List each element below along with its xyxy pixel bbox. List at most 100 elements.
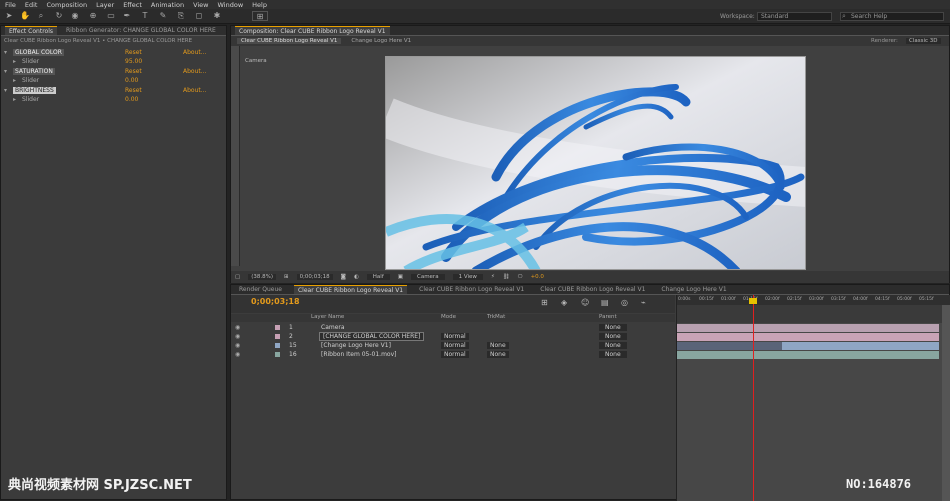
menu-composition[interactable]: Composition — [46, 1, 87, 9]
timeline-panel: Render Queue Clear CUBE Ribbon Logo Reve… — [230, 284, 950, 501]
time-graph[interactable]: 0:00s 00:15f 01:00f 01:15f 02:00f 02:15f… — [676, 295, 950, 501]
comp-mini-flowchart-icon[interactable]: ⊞ — [541, 298, 548, 307]
menu-animation[interactable]: Animation — [151, 1, 184, 9]
ribbon-render-image — [386, 57, 805, 269]
shy-icon[interactable]: ☺ — [581, 298, 589, 307]
selection-tool-icon[interactable]: ➤ — [4, 11, 14, 21]
tab-timeline-2[interactable]: Clear CUBE Ribbon Logo Reveal V1 — [415, 285, 528, 294]
motion-blur-icon[interactable]: ◎ — [621, 298, 628, 307]
label-color[interactable] — [275, 325, 280, 330]
vertical-ruler — [231, 46, 240, 266]
timeline-tabs: Render Queue Clear CUBE Ribbon Logo Reve… — [231, 285, 949, 295]
label-color[interactable] — [275, 334, 280, 339]
exposure-value[interactable]: +0.0 — [531, 274, 544, 280]
menu-layer[interactable]: Layer — [96, 1, 114, 9]
pen-tool-icon[interactable]: ✒ — [122, 11, 132, 21]
snapshot-icon[interactable]: ◙ — [341, 274, 346, 280]
layer-row-camera[interactable]: ◉ 1 Camera None — [231, 323, 675, 332]
menu-help[interactable]: Help — [252, 1, 267, 9]
tab-effect-controls[interactable]: Effect Controls — [5, 26, 57, 35]
frame-blending-icon[interactable]: ▤ — [601, 298, 609, 307]
tab-timeline-3[interactable]: Clear CUBE Ribbon Logo Reveal V1 — [536, 285, 649, 294]
time-ruler[interactable]: 0:00s 00:15f 01:00f 01:15f 02:00f 02:15f… — [677, 295, 950, 305]
playhead-handle[interactable] — [749, 298, 757, 304]
timeline-scrollbar[interactable] — [942, 305, 950, 501]
layer-row-ribbon-item[interactable]: ◉ 16 [Ribbon Item 05-01.mov] Normal None… — [231, 350, 675, 359]
menu-effect[interactable]: Effect — [123, 1, 142, 9]
comp-timecode[interactable]: 0;00;03;18 — [296, 274, 333, 280]
effect-row-saturation-slider[interactable]: ▸ Slider 0.00 — [1, 75, 226, 85]
layer-bar-change-logo-dim — [677, 342, 782, 350]
fast-preview-icon[interactable]: ⚡ — [491, 274, 495, 280]
view-select[interactable]: Camera — [410, 274, 445, 280]
tab-timeline-main[interactable]: Clear CUBE Ribbon Logo Reveal V1 — [293, 285, 408, 294]
layer-bar-ribbon-item[interactable] — [677, 351, 939, 359]
magnifier-icon[interactable]: ▢ — [235, 274, 240, 280]
current-time-display[interactable]: 0;00;03;18 — [251, 297, 300, 306]
menu-bar: File Edit Composition Layer Effect Anima… — [0, 0, 950, 9]
col-trkmat[interactable]: TrkMat — [487, 314, 505, 320]
zoom-select[interactable]: (38.8%) — [248, 274, 276, 280]
timeline-controls-bar: 0;00;03;18 ⊞ ◈ ☺ ▤ ◎ ⌁ — [231, 295, 675, 313]
snapping-toggle-icon[interactable]: ⊞ — [252, 11, 268, 21]
brush-tool-icon[interactable]: ✎ — [158, 11, 168, 21]
layer-bar-camera[interactable] — [677, 324, 939, 332]
playhead[interactable] — [753, 295, 754, 501]
menu-view[interactable]: View — [193, 1, 208, 9]
menu-window[interactable]: Window — [218, 1, 244, 9]
col-layer-name[interactable]: Layer Name — [311, 314, 344, 320]
label-color[interactable] — [275, 343, 280, 348]
zoom-tool-icon[interactable]: ⌕ — [36, 11, 46, 21]
workspace-select[interactable]: Standard — [757, 12, 832, 21]
rotate-tool-icon[interactable]: ↻ — [54, 11, 64, 21]
clone-tool-icon[interactable]: ⎘ — [176, 11, 186, 21]
composition-panel: Composition: Clear CUBE Ribbon Logo Reve… — [230, 25, 950, 283]
layer-row-change-logo[interactable]: ◉ 15 [Change Logo Here V1] Normal None N… — [231, 341, 675, 350]
puppet-tool-icon[interactable]: ✱ — [212, 11, 222, 21]
tab-timeline-logo[interactable]: Change Logo Here V1 — [657, 285, 730, 294]
menu-edit[interactable]: Edit — [25, 1, 38, 9]
search-icon: ⌕ — [842, 12, 846, 20]
layer-bar-global-color[interactable] — [677, 333, 939, 341]
grid-icon[interactable]: ⊞ — [284, 274, 289, 280]
resolution-select[interactable]: Half — [366, 274, 390, 280]
work-area-bar[interactable] — [677, 305, 950, 323]
eraser-tool-icon[interactable]: ◻ — [194, 11, 204, 21]
tab-render-queue[interactable]: Render Queue — [235, 285, 286, 294]
graph-editor-icon[interactable]: ⌁ — [641, 298, 646, 307]
col-parent[interactable]: Parent — [599, 314, 617, 320]
camera-view-label: Camera — [245, 58, 267, 64]
search-help-input[interactable]: Search Help — [840, 12, 944, 21]
col-mode[interactable]: Mode — [441, 314, 456, 320]
color-channel-icon[interactable]: ◐ — [354, 274, 359, 280]
mask-tool-icon[interactable]: ▭ — [106, 11, 116, 21]
comp-tab-logo[interactable]: Change Logo Here V1 — [347, 38, 415, 44]
effect-controls-panel: Effect Controls Ribbon Generator: CHANGE… — [0, 25, 227, 500]
watermark-left: 典尚视频素材网 SP.JZSC.NET — [8, 478, 192, 493]
camera-tool-icon[interactable]: ◉ — [70, 11, 80, 21]
timeline-link-icon[interactable]: ⛓ — [503, 274, 510, 280]
layer-row-global-color[interactable]: ◉ 2 [CHANGE GLOBAL COLOR HERE] Normal No… — [231, 332, 675, 341]
workspace-label: Workspace: — [720, 13, 755, 20]
menu-file[interactable]: File — [5, 1, 16, 9]
label-color[interactable] — [275, 352, 280, 357]
flowchart-icon[interactable]: ⎔ — [518, 274, 523, 280]
draft-3d-icon[interactable]: ◈ — [561, 298, 567, 307]
composition-panel-title[interactable]: Composition: Clear CUBE Ribbon Logo Reve… — [235, 26, 390, 35]
comp-tab-main[interactable]: Clear CUBE Ribbon Logo Reveal V1 — [237, 38, 342, 44]
views-layout-select[interactable]: 1 View — [452, 274, 483, 280]
visibility-icon[interactable]: ◉ — [235, 342, 240, 349]
effect-row-brightness-slider[interactable]: ▸ Slider 0.00 — [1, 94, 226, 104]
pan-behind-tool-icon[interactable]: ⊕ — [88, 11, 98, 21]
visibility-icon[interactable]: ◉ — [235, 351, 240, 358]
watermark-right: NO:164876 — [846, 477, 912, 491]
visibility-icon[interactable]: ◉ — [235, 324, 240, 331]
type-tool-icon[interactable]: T — [140, 11, 150, 21]
renderer-select[interactable]: Classic 3D — [906, 38, 941, 44]
visibility-icon[interactable]: ◉ — [235, 333, 240, 340]
hand-tool-icon[interactable]: ✋ — [20, 11, 30, 21]
composition-viewer[interactable] — [385, 56, 806, 270]
effect-row-hue-slider[interactable]: ▸ Slider 95.00 — [1, 56, 226, 66]
roi-icon[interactable]: ▣ — [398, 274, 403, 280]
effect-controls-tabs: Effect Controls Ribbon Generator: CHANGE… — [1, 26, 226, 36]
